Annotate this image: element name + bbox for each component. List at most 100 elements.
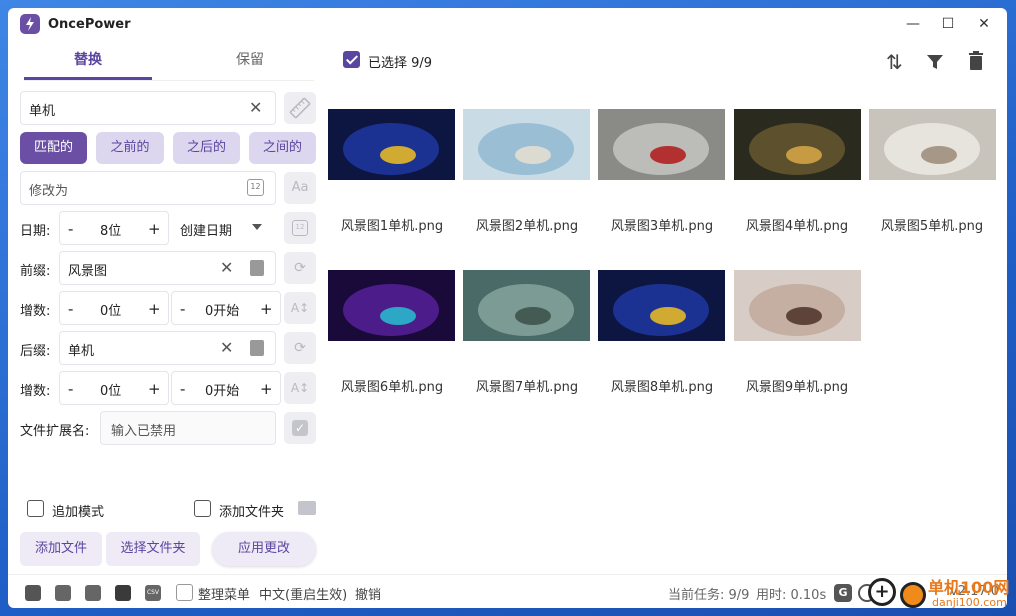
elapsed-time: 用时: 0.10s xyxy=(756,588,827,603)
language-label[interactable]: 中文(重启生效) xyxy=(259,584,347,603)
suffix-input[interactable]: 单机 ✕ xyxy=(59,331,276,365)
find-input[interactable]: 单机 ✕ xyxy=(20,91,276,125)
inc2-digits-minus-button[interactable]: - xyxy=(68,380,73,398)
extension-check-icon[interactable]: ✓ xyxy=(284,412,316,444)
clipboard-icon[interactable] xyxy=(85,585,101,601)
add-folder-label: 添加文件夹 xyxy=(219,505,285,520)
tab-bar: 替换 保留 xyxy=(24,46,314,80)
font-case-icon[interactable]: Aa xyxy=(284,172,316,204)
suffix-refresh-icon[interactable]: ⟳ xyxy=(284,332,316,364)
file-name-6: 风景图6单机.png xyxy=(340,380,444,395)
date-type-select[interactable]: 创建日期 xyxy=(174,211,274,245)
append-mode-label: 追加模式 xyxy=(52,505,105,520)
app-window: OncePower — ☐ ✕ 替换 保留 单机 ✕ 匹配的 之前的 之后的 之… xyxy=(8,8,1007,608)
image-icon[interactable] xyxy=(115,585,131,601)
file-thumbnail-8[interactable] xyxy=(598,270,725,341)
prefix-input[interactable]: 风景图 ✕ xyxy=(59,251,276,285)
inc1-start-plus-button[interactable]: + xyxy=(260,300,273,318)
extension-placeholder: 输入已禁用 xyxy=(111,424,177,439)
export-icon[interactable] xyxy=(55,585,71,601)
save-icon[interactable] xyxy=(25,585,41,601)
file-name-9: 风景图9单机.png xyxy=(745,380,849,395)
tab-divider xyxy=(24,80,314,81)
select-folder-button[interactable]: 选择文件夹 xyxy=(106,532,200,566)
file-thumbnail-7[interactable] xyxy=(463,270,590,341)
file-name-8: 风景图8单机.png xyxy=(610,380,714,395)
mode-before-button[interactable]: 之前的 xyxy=(96,132,164,164)
append-mode-checkbox[interactable] xyxy=(27,500,44,517)
date-calendar-icon[interactable]: 12 xyxy=(284,212,316,244)
file-name-1: 风景图1单机.png xyxy=(340,219,444,234)
sort-icon[interactable]: ⇅ xyxy=(886,50,903,74)
add-folder-checkbox[interactable] xyxy=(194,500,211,517)
date-minus-button[interactable]: - xyxy=(68,220,73,238)
gitee-icon[interactable]: G xyxy=(834,584,852,602)
increment2-sort-icon[interactable]: A↕ xyxy=(284,372,316,404)
inc2-start-plus-button[interactable]: + xyxy=(260,380,273,398)
file-thumbnail-3[interactable] xyxy=(598,109,725,180)
inc2-digits-plus-button[interactable]: + xyxy=(148,380,161,398)
ruler-icon[interactable] xyxy=(284,92,316,124)
mode-matched-button[interactable]: 匹配的 xyxy=(20,132,87,164)
file-thumbnail-1[interactable] xyxy=(328,109,455,180)
inc1-digits-value: 0位 xyxy=(100,304,122,319)
file-thumbnail-2[interactable] xyxy=(463,109,590,180)
apply-changes-button[interactable]: 应用更改 xyxy=(212,532,316,566)
tab-keep[interactable]: 保留 xyxy=(186,46,314,80)
status-bar: CSV 整理菜单 中文(重启生效) 撤销 当前任务: 9/9 用时: 0.10s… xyxy=(8,574,1007,608)
prefix-value: 风景图 xyxy=(68,264,108,279)
tab-replace[interactable]: 替换 xyxy=(24,46,152,80)
filter-icon[interactable] xyxy=(926,52,944,76)
inc1-digits-minus-button[interactable]: - xyxy=(68,300,73,318)
organize-menu-checkbox[interactable] xyxy=(176,584,193,601)
prefix-upload-icon[interactable] xyxy=(250,260,264,276)
file-name-5: 风景图5单机.png xyxy=(880,219,984,234)
increment2-digits-stepper[interactable]: - 0位 + xyxy=(59,371,169,405)
file-name-4: 风景图4单机.png xyxy=(745,219,849,234)
date-label: 日期: xyxy=(20,224,51,239)
organize-menu-label: 整理菜单 xyxy=(198,588,251,603)
extension-input[interactable]: 输入已禁用 xyxy=(100,411,276,445)
file-name-2: 风景图2单机.png xyxy=(475,219,579,234)
inc2-start-minus-button[interactable]: - xyxy=(180,380,185,398)
file-thumbnail-6[interactable] xyxy=(328,270,455,341)
modify-placeholder: 修改为 xyxy=(29,184,69,199)
add-file-button[interactable]: 添加文件 xyxy=(20,532,102,566)
find-input-value: 单机 xyxy=(29,104,56,119)
select-all-checkbox[interactable] xyxy=(343,51,360,68)
folder-icon[interactable] xyxy=(298,501,316,515)
file-name-3: 风景图3单机.png xyxy=(610,219,714,234)
increment1-label: 增数: xyxy=(20,304,51,319)
file-thumbnail-9[interactable] xyxy=(734,270,861,341)
watermark-url: danji100.com xyxy=(932,596,1007,609)
date-type-value: 创建日期 xyxy=(180,224,233,239)
increment1-start-stepper[interactable]: - 0开始 + xyxy=(171,291,281,325)
date-plus-button[interactable]: + xyxy=(148,220,161,238)
prefix-clear-icon[interactable]: ✕ xyxy=(220,258,233,277)
minimize-button[interactable]: — xyxy=(902,14,924,34)
prefix-refresh-icon[interactable]: ⟳ xyxy=(284,252,316,284)
increment1-digits-stepper[interactable]: - 0位 + xyxy=(59,291,169,325)
trash-icon[interactable] xyxy=(968,51,984,75)
increment2-start-stepper[interactable]: - 0开始 + xyxy=(171,371,281,405)
file-name-7: 风景图7单机.png xyxy=(475,380,579,395)
watermark-circle-icon xyxy=(900,582,926,608)
file-thumbnail-4[interactable] xyxy=(734,109,861,180)
suffix-upload-icon[interactable] xyxy=(250,340,264,356)
maximize-button[interactable]: ☐ xyxy=(937,14,959,34)
date-digits-stepper[interactable]: - 8位 + xyxy=(59,211,169,245)
csv-icon[interactable]: CSV xyxy=(145,585,161,601)
inc1-digits-plus-button[interactable]: + xyxy=(148,300,161,318)
inc2-digits-value: 0位 xyxy=(100,384,122,399)
modify-input[interactable]: 修改为 12 xyxy=(20,171,276,205)
clear-icon[interactable]: ✕ xyxy=(249,98,262,117)
inc1-start-minus-button[interactable]: - xyxy=(180,300,185,318)
mode-between-button[interactable]: 之间的 xyxy=(249,132,316,164)
undo-button[interactable]: 撤销 xyxy=(355,584,381,603)
calendar-icon[interactable]: 12 xyxy=(247,179,264,196)
increment1-sort-icon[interactable]: A↕ xyxy=(284,292,316,324)
close-button[interactable]: ✕ xyxy=(973,14,995,34)
file-thumbnail-5[interactable] xyxy=(869,109,996,180)
mode-after-button[interactable]: 之后的 xyxy=(173,132,240,164)
suffix-clear-icon[interactable]: ✕ xyxy=(220,338,233,357)
